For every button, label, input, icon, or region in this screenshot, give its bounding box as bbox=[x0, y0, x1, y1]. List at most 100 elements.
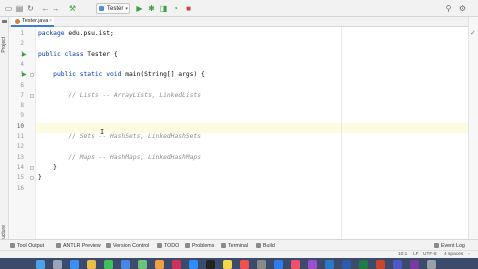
stop-icon[interactable]: ■ bbox=[184, 4, 193, 13]
dock-safari-icon[interactable] bbox=[70, 260, 79, 269]
terminal-label: Terminal bbox=[228, 242, 249, 249]
dock-notes-icon[interactable] bbox=[223, 260, 232, 269]
bottom-tool-bar: Tool Output ANTLR Preview Version Contro… bbox=[0, 239, 478, 250]
run-configuration-selector[interactable]: Tester ▾ bbox=[96, 3, 130, 14]
text-cursor-icon: I bbox=[100, 128, 105, 136]
fold-icon[interactable] bbox=[30, 73, 34, 78]
chevron-down-icon: ▾ bbox=[125, 5, 128, 12]
dock-terminal-icon[interactable] bbox=[206, 260, 215, 269]
code-token: main(String[] args) { bbox=[125, 71, 205, 79]
version-control-icon bbox=[106, 243, 111, 248]
code-line: public class Tester { bbox=[38, 50, 118, 60]
comment-token: // Sets -- HashSets, LinkedHashSets bbox=[38, 133, 202, 140]
todo-label: TODO bbox=[164, 242, 180, 249]
run-config-label: Tester bbox=[107, 5, 124, 12]
line-number: 8 bbox=[20, 102, 24, 110]
terminal-icon bbox=[221, 243, 226, 248]
keyword-token: package bbox=[38, 30, 69, 37]
code-token: edu.psu.ist; bbox=[68, 30, 114, 37]
left-tool-strip: Project Structure bbox=[0, 17, 9, 245]
tab-tester-java[interactable]: Tester.java × bbox=[11, 17, 54, 27]
code-token: Tester { bbox=[87, 50, 118, 58]
fold-icon[interactable] bbox=[30, 176, 34, 181]
status-bar: 10:1 LF UTF-8 4 spaces ▫ bbox=[0, 250, 478, 258]
right-tool-strip bbox=[468, 17, 478, 239]
event-log-label: Event Log bbox=[441, 242, 465, 249]
line-gutter: 1 2 3 4 5 6 7 8 9 10 11 12 13 14 15 16 ▶ ▶ bbox=[9, 27, 36, 239]
sync-icon[interactable]: ↻ bbox=[26, 4, 35, 13]
dock-chrome-icon[interactable] bbox=[87, 260, 96, 269]
line-number: 14 bbox=[16, 163, 24, 171]
line-number: 6 bbox=[20, 81, 24, 89]
version-control-label: Version Control bbox=[113, 242, 150, 249]
back-icon[interactable]: ← bbox=[41, 4, 50, 13]
line-number: 16 bbox=[16, 184, 24, 192]
dock-maps-icon[interactable] bbox=[138, 260, 147, 269]
dock-teams-icon[interactable] bbox=[393, 260, 402, 269]
dock-word-icon[interactable] bbox=[342, 260, 351, 269]
main-toolbar: ▭ ▤ ↻ ← → ⚒ Tester ▾ ▶ ✱ ◨ ◔ ■ ⚲ ⚙ bbox=[0, 0, 478, 17]
antlr-icon bbox=[56, 243, 61, 248]
line-number: 1 bbox=[20, 30, 24, 37]
dock-launchpad-icon[interactable] bbox=[53, 260, 62, 269]
search-icon[interactable]: ⚲ bbox=[444, 4, 453, 13]
problems-label: Problems bbox=[192, 242, 215, 249]
dock-zoom-icon[interactable] bbox=[189, 260, 198, 269]
project-panel-tab[interactable]: Project bbox=[1, 37, 8, 53]
build-label: Build bbox=[263, 242, 275, 249]
dock-messages-icon[interactable] bbox=[104, 260, 113, 269]
coverage-icon[interactable]: ◨ bbox=[159, 4, 168, 13]
line-number: 7 bbox=[20, 91, 24, 99]
settings-icon[interactable]: ⚙ bbox=[458, 4, 467, 13]
tab-label: Tester.java bbox=[22, 18, 49, 24]
dock-trash-icon[interactable] bbox=[427, 260, 436, 269]
right-margin-guide bbox=[341, 27, 342, 239]
dock-settings-icon[interactable] bbox=[257, 260, 266, 269]
comment-token: // Maps -- HashMaps, LinkedHashMaps bbox=[38, 153, 202, 161]
code-token: } bbox=[38, 174, 42, 182]
line-number: 4 bbox=[20, 60, 24, 68]
code-line: } bbox=[38, 173, 42, 183]
line-number: 2 bbox=[20, 40, 24, 48]
code-line: // Maps -- HashMaps, LinkedHashMaps bbox=[38, 153, 201, 163]
dock-onenote-icon[interactable] bbox=[410, 260, 419, 269]
line-number: 13 bbox=[16, 153, 24, 161]
line-number: 9 bbox=[20, 112, 24, 120]
build-tool-icon bbox=[256, 243, 261, 248]
dock-intellij-icon[interactable] bbox=[172, 260, 181, 269]
problems-icon bbox=[185, 243, 190, 248]
dock-finder-icon[interactable] bbox=[36, 260, 45, 269]
dock-vscode-icon[interactable] bbox=[325, 260, 334, 269]
project-icon[interactable] bbox=[2, 20, 7, 23]
folder-icon[interactable]: ▭ bbox=[4, 4, 13, 13]
dock-podcasts-icon[interactable] bbox=[308, 260, 317, 269]
dock-excel-icon[interactable] bbox=[359, 260, 368, 269]
profile-icon[interactable]: ◔ bbox=[171, 4, 180, 13]
keyword-token: public static void bbox=[38, 71, 126, 79]
run-gutter-icon[interactable]: ▶ bbox=[22, 52, 27, 58]
java-file-icon bbox=[15, 18, 20, 24]
code-token: } bbox=[38, 163, 57, 171]
dock-photos-icon[interactable] bbox=[155, 260, 164, 269]
todo-icon bbox=[157, 243, 162, 248]
forward-icon[interactable]: → bbox=[51, 4, 60, 13]
code-editor[interactable]: 1 2 3 4 5 6 7 8 9 10 11 12 13 14 15 16 ▶ ▶ package edu.ps… bbox=[9, 27, 468, 239]
save-icon[interactable]: ▤ bbox=[15, 4, 24, 13]
run-gutter-icon[interactable]: ▶ bbox=[22, 72, 27, 78]
dock-app-store-icon[interactable] bbox=[274, 260, 283, 269]
debug-icon[interactable]: ✱ bbox=[147, 4, 156, 13]
code-line: // Sets -- HashSets, LinkedHashSets bbox=[38, 132, 201, 142]
line-number: 11 bbox=[16, 133, 24, 140]
dock-powerpoint-icon[interactable] bbox=[376, 260, 385, 269]
event-log-icon bbox=[434, 243, 439, 248]
close-icon[interactable]: × bbox=[49, 18, 52, 24]
line-number: 10 bbox=[16, 122, 24, 130]
dock-music-icon[interactable] bbox=[291, 260, 300, 269]
fold-icon[interactable] bbox=[30, 165, 34, 170]
dock-calendar-icon[interactable] bbox=[240, 260, 249, 269]
dock-mail-icon[interactable] bbox=[121, 260, 130, 269]
run-icon[interactable]: ▶ bbox=[135, 4, 144, 13]
fold-icon[interactable] bbox=[30, 93, 34, 98]
build-icon[interactable]: ⚒ bbox=[68, 4, 77, 13]
config-icon bbox=[99, 6, 104, 11]
